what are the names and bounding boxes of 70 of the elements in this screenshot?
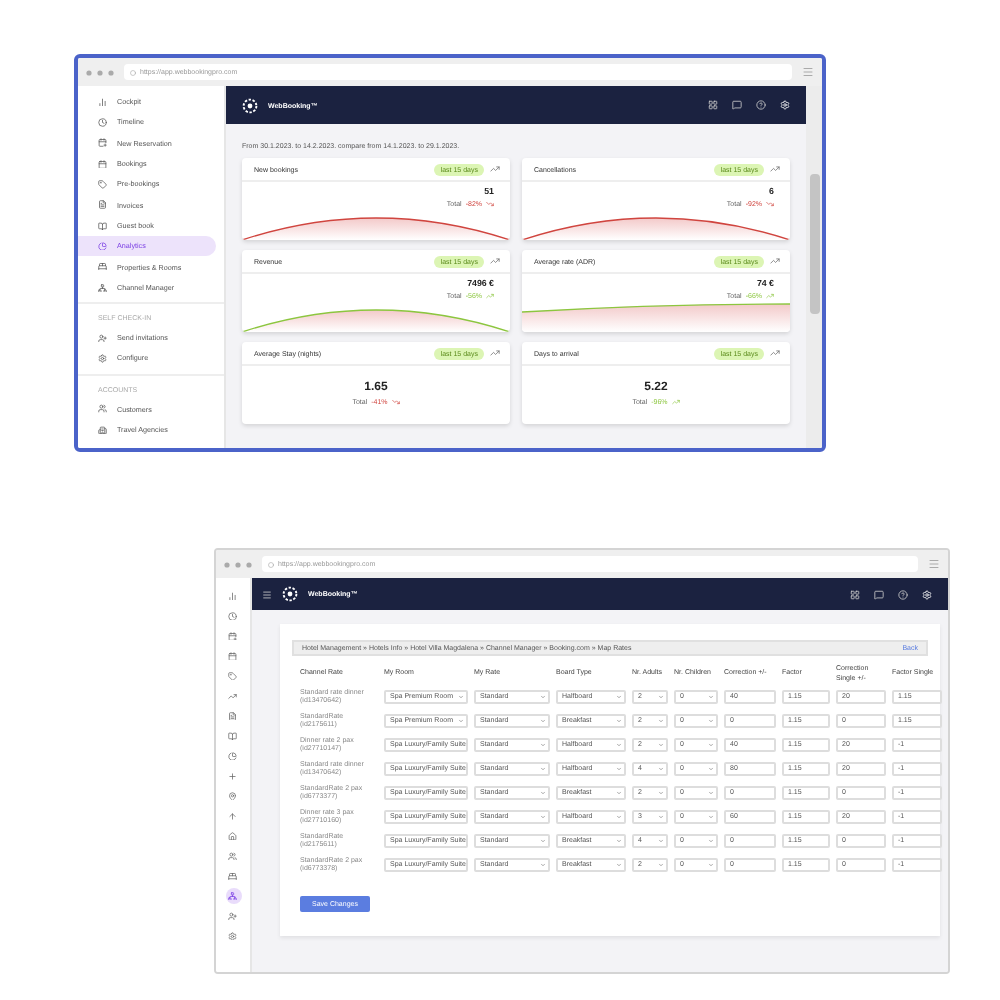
rail-button[interactable]: [225, 688, 241, 704]
calendar-plus-icon: [228, 631, 238, 641]
rail-button[interactable]: [225, 708, 241, 724]
calendar-plus-icon: [98, 138, 107, 148]
menu-icon[interactable]: [802, 66, 814, 78]
rail-button[interactable]: [225, 648, 241, 664]
chart-icon: [228, 591, 238, 601]
bed-icon: [98, 262, 107, 272]
window-controls-icon: [86, 69, 114, 75]
rail-button[interactable]: [225, 788, 241, 804]
help-icon[interactable]: [898, 589, 908, 599]
rail-button[interactable]: [225, 848, 241, 864]
window-controls-icon: [224, 561, 252, 567]
help-icon[interactable]: [756, 100, 766, 110]
chat-icon[interactable]: [874, 589, 884, 599]
home-icon: [228, 831, 238, 841]
grid-icon[interactable]: [708, 100, 718, 110]
reload-icon[interactable]: [268, 561, 274, 567]
user-plus-icon: [228, 911, 238, 921]
network-icon: [98, 283, 107, 293]
pie-chart-icon: [228, 751, 238, 761]
rail-button[interactable]: [225, 628, 241, 644]
bed-icon: [228, 871, 238, 881]
chart-line-icon[interactable]: [490, 256, 500, 266]
pin-icon: [228, 791, 238, 801]
grid-icon[interactable]: [850, 589, 860, 599]
chart-line-icon[interactable]: [770, 256, 780, 266]
clock-icon: [98, 118, 107, 128]
settings-icon[interactable]: [922, 589, 932, 599]
book-icon: [228, 731, 238, 741]
arrow-up-icon: [228, 811, 238, 821]
building-icon: [98, 425, 107, 435]
clock-icon: [228, 611, 238, 621]
menu-icon[interactable]: [928, 558, 940, 570]
document-icon: [228, 711, 238, 721]
chart-line-icon[interactable]: [770, 164, 780, 174]
logo-icon: [282, 586, 298, 602]
network-icon: [228, 891, 238, 901]
rail-button[interactable]: [225, 668, 241, 684]
chart-icon: [98, 97, 107, 107]
document-icon: [98, 200, 107, 210]
menu-icon[interactable]: [262, 589, 272, 599]
rail-button[interactable]: [225, 928, 241, 944]
settings-icon[interactable]: [780, 100, 790, 110]
book-icon: [98, 221, 107, 231]
calendar-icon: [98, 159, 107, 169]
tag-icon: [98, 180, 107, 190]
settings-icon: [228, 931, 238, 941]
tag-icon: [228, 671, 238, 681]
rail-button[interactable]: [225, 828, 241, 844]
logo-icon: [242, 97, 258, 113]
chart-line-icon[interactable]: [490, 164, 500, 174]
chart-line-icon[interactable]: [770, 348, 780, 358]
users-icon: [98, 404, 107, 414]
chat-icon[interactable]: [732, 100, 742, 110]
pie-chart-icon: [98, 241, 107, 251]
users-icon: [228, 851, 238, 861]
scrollbar[interactable]: [806, 86, 822, 448]
rail-button[interactable]: [225, 888, 241, 904]
rail-button[interactable]: [225, 748, 241, 764]
settings-icon: [98, 354, 107, 364]
rail-button[interactable]: [225, 908, 241, 924]
user-plus-icon: [98, 333, 107, 343]
rail-button[interactable]: [225, 868, 241, 884]
trend-icon: [228, 691, 238, 701]
rail-button[interactable]: [225, 608, 241, 624]
reload-icon[interactable]: [130, 69, 136, 75]
rail-button[interactable]: [225, 728, 241, 744]
calendar-icon: [228, 651, 238, 661]
chart-line-icon[interactable]: [490, 348, 500, 358]
